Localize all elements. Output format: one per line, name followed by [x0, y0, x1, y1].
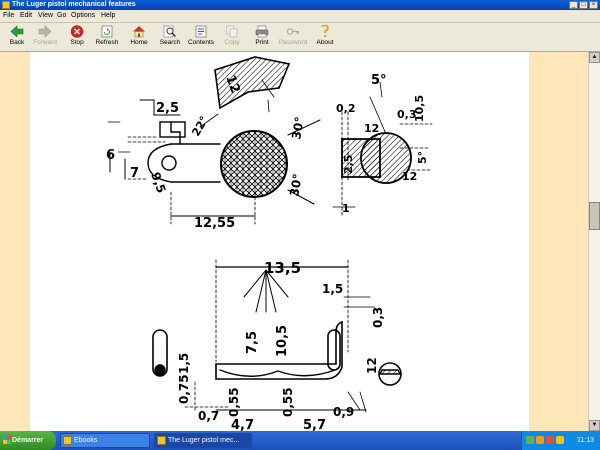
maximize-button[interactable]: □ — [579, 1, 588, 9]
toolbar: Back Forward Stop Refresh Home Search Co… — [0, 23, 600, 52]
about-icon — [321, 25, 329, 38]
dim-5-7: 5,7 — [303, 418, 326, 431]
copy-icon — [226, 25, 238, 38]
clock: 11:13 — [577, 437, 594, 444]
password-button[interactable]: Password — [276, 24, 310, 50]
menu-file[interactable]: File — [3, 10, 14, 22]
dim-1: 1 — [342, 202, 350, 215]
stop-button[interactable]: Stop — [60, 24, 94, 50]
about-button[interactable]: About — [308, 24, 342, 50]
back-arrow-icon — [10, 25, 24, 38]
dim-0-55-a: 0,55 — [227, 387, 241, 417]
refresh-label: Refresh — [95, 39, 119, 46]
dim-30-deg-a: 30° — [289, 116, 307, 141]
menu-help[interactable]: Help — [101, 10, 115, 22]
printer-icon — [255, 25, 269, 38]
contents-icon — [195, 25, 207, 38]
start-button[interactable]: Démarrer — [0, 431, 56, 450]
print-label: Print — [255, 39, 269, 46]
dim-10-5: 10,5 — [413, 95, 426, 122]
forward-button[interactable]: Forward — [28, 24, 62, 50]
forward-arrow-icon — [38, 25, 52, 38]
search-icon — [163, 25, 176, 38]
refresh-icon — [101, 25, 113, 38]
antivirus-icon[interactable] — [546, 436, 554, 444]
menu-edit[interactable]: Edit — [20, 10, 32, 22]
window-title: The Luger pistol mechanical features — [12, 1, 136, 8]
windows-flag-icon — [3, 436, 11, 444]
dim-5-deg: 5° — [371, 73, 387, 88]
search-label: Search — [159, 39, 181, 46]
dim-2-5-b: 2,5 — [342, 155, 355, 175]
copy-button[interactable]: Copy — [215, 24, 249, 50]
dim-9-5: 9,5 — [148, 170, 168, 195]
dim-7-5: 7,5 — [245, 331, 260, 354]
network-icon[interactable] — [526, 436, 534, 444]
dim-12-b: 12 — [364, 122, 379, 135]
dim-30-deg-b: 30° — [287, 173, 305, 198]
app-icon — [2, 1, 10, 9]
dim-12-55: 12,55 — [194, 216, 235, 231]
refresh-button[interactable]: Refresh — [90, 24, 124, 50]
close-button[interactable]: × — [589, 1, 598, 9]
about-label: About — [316, 39, 334, 46]
contents-button[interactable]: Contents — [184, 24, 218, 50]
dim-6: 6 — [106, 148, 115, 163]
dim-1-5-b: 1,5 — [177, 353, 191, 374]
scroll-down-button[interactable]: ▼ — [589, 420, 600, 431]
stop-icon — [70, 25, 84, 38]
dim-0-75: 0,75 — [177, 374, 191, 404]
dim-1-5: 1,5 — [322, 282, 343, 296]
menu-options[interactable]: Options — [71, 10, 95, 22]
contents-label: Contents — [187, 39, 215, 46]
luger-technical-drawing: 12 2,5 22° 6 7 9,5 30° 30° 12,55 5° 0,2 … — [106, 56, 433, 431]
dim-0-2: 0,2 — [336, 102, 356, 115]
task-luger[interactable]: The Luger pistol mec... — [154, 433, 252, 448]
dim-12-d: 12 — [365, 357, 379, 374]
home-label: Home — [130, 39, 148, 46]
folder-icon — [63, 436, 72, 445]
dim-0-9: 0,9 — [333, 405, 354, 419]
dim-5-deg-b: 5° — [416, 151, 429, 164]
menu-bar: File Edit View Go Options Help — [0, 10, 600, 23]
forward-label: Forward — [33, 39, 57, 46]
stop-label: Stop — [70, 39, 84, 46]
taskbar: Démarrer Ebooks The Luger pistol mec... … — [0, 431, 600, 450]
ebook-app-icon — [157, 436, 166, 445]
task-luger-label: The Luger pistol mec... — [168, 437, 240, 444]
print-button[interactable]: Print — [245, 24, 279, 50]
volume-icon[interactable] — [556, 436, 564, 444]
home-button[interactable]: Home — [122, 24, 156, 50]
dim-0-55-b: 0,55 — [281, 387, 295, 417]
dim-4-7: 4,7 — [231, 418, 254, 431]
scroll-thumb[interactable] — [589, 202, 600, 230]
system-tray: 11:13 — [521, 431, 600, 450]
search-button[interactable]: Search — [153, 24, 187, 50]
window-controls: _ □ × — [569, 1, 598, 9]
document-page: 12 2,5 22° 6 7 9,5 30° 30° 12,55 5° 0,2 … — [30, 52, 529, 431]
start-label: Démarrer — [12, 437, 44, 444]
dim-10-5-b: 10,5 — [275, 325, 290, 357]
dim-2-5: 2,5 — [156, 101, 179, 116]
dim-13-5: 13,5 — [264, 259, 301, 277]
home-icon — [133, 26, 145, 38]
dim-12-c: 12 — [402, 170, 417, 183]
menu-view[interactable]: View — [38, 10, 53, 22]
task-ebooks-label: Ebooks — [74, 437, 98, 444]
minimize-button[interactable]: _ — [569, 1, 578, 9]
menu-go[interactable]: Go — [57, 10, 66, 22]
dim-22-deg: 22° — [189, 114, 211, 139]
password-label: Password — [278, 39, 308, 46]
task-ebooks[interactable]: Ebooks — [60, 433, 150, 448]
document-view[interactable]: 12 2,5 22° 6 7 9,5 30° 30° 12,55 5° 0,2 … — [0, 52, 600, 431]
copy-label: Copy — [224, 39, 240, 46]
scroll-up-button[interactable]: ▲ — [589, 52, 600, 63]
key-icon — [286, 28, 299, 35]
title-bar: The Luger pistol mechanical features _ □… — [0, 0, 600, 10]
shield-icon[interactable] — [536, 436, 544, 444]
dim-0-3-b: 0,3 — [371, 307, 385, 328]
dim-7: 7 — [130, 166, 139, 181]
vertical-scrollbar[interactable]: ▲ ▼ — [588, 52, 600, 431]
dim-0-7: 0,7 — [198, 409, 219, 423]
